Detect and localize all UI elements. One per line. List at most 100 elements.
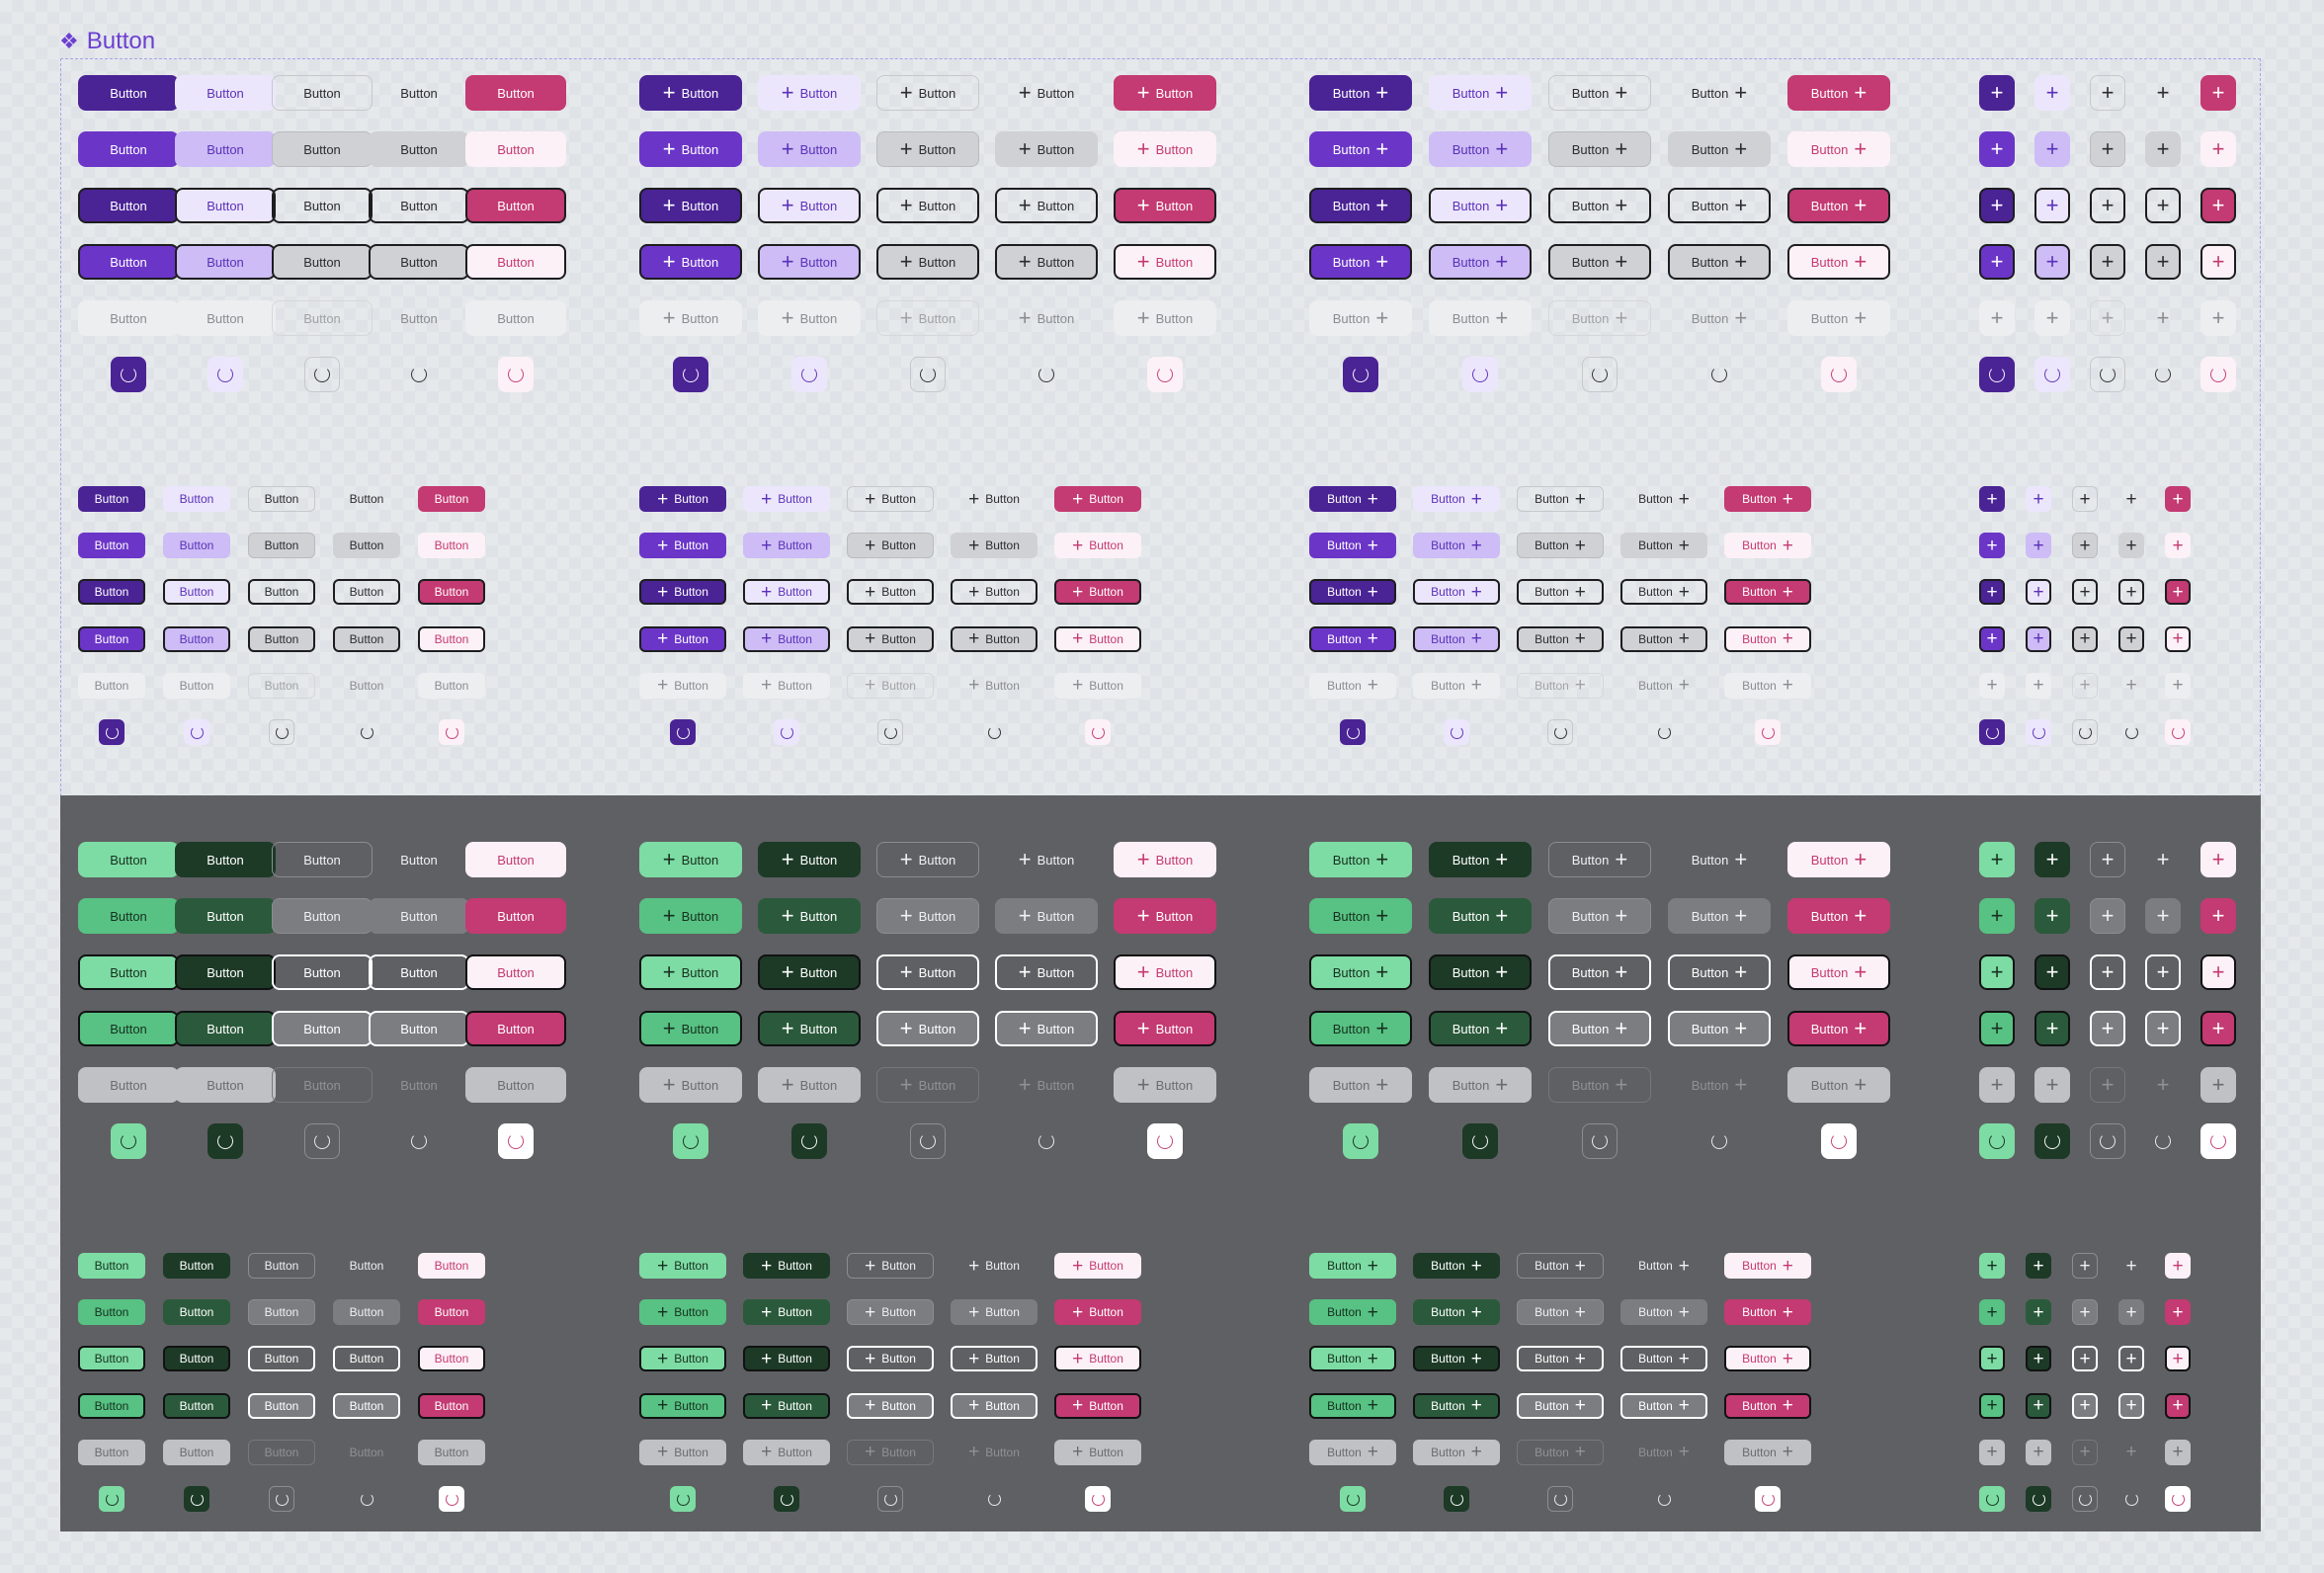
light-md-icon-left-ghost-default-button[interactable]: + Button [995,75,1098,111]
light-sm-icon-left-secondary-disabled-button[interactable]: + Button [743,672,830,699]
dark-md-text-outline-loading-button[interactable] [304,1123,340,1159]
light-sm-icon-right-outline-disabled-button[interactable]: Button + [1517,672,1604,699]
light-md-icon-left-outline-default-button[interactable]: + Button [876,75,979,111]
light-md-icon-only-secondary-pressed-button[interactable]: + [2034,244,2070,280]
light-md-icon-only-danger-disabled-button[interactable]: + [2200,300,2236,336]
dark-sm-icon-left-ghost-pressed-button[interactable]: + Button [951,1392,1038,1419]
light-md-icon-right-secondary-pressed-button[interactable]: Button + [1429,244,1532,280]
light-md-icon-right-secondary-focus-button[interactable]: Button + [1429,188,1532,223]
dark-md-text-ghost-disabled-button[interactable]: Button [369,1067,469,1103]
dark-md-text-outline-pressed-button[interactable]: Button [272,1011,373,1046]
dark-sm-icon-right-secondary-hover-button[interactable]: Button + [1413,1299,1500,1326]
light-sm-icon-only-outline-focus-button[interactable]: + [2072,579,2098,606]
light-sm-icon-left-ghost-pressed-button[interactable]: + Button [951,625,1038,652]
light-sm-icon-right-primary-focus-button[interactable]: Button + [1309,579,1396,606]
light-md-text-primary-hover-button[interactable]: Button [78,131,179,167]
dark-sm-icon-left-secondary-focus-button[interactable]: + Button [743,1346,830,1372]
light-sm-icon-right-primary-disabled-button[interactable]: Button + [1309,672,1396,699]
light-sm-text-ghost-focus-button[interactable]: Button [333,579,400,606]
light-sm-icon-left-danger-disabled-button[interactable]: + Button [1054,672,1141,699]
light-sm-text-danger-disabled-button[interactable]: Button [418,672,485,699]
light-sm-icon-left-primary-focus-button[interactable]: + Button [639,579,726,606]
dark-md-icon-right-outline-pressed-button[interactable]: Button + [1548,1011,1651,1046]
dark-sm-icon-left-outline-pressed-button[interactable]: + Button [847,1392,934,1419]
dark-md-icon-right-secondary-pressed-button[interactable]: Button + [1429,1011,1532,1046]
light-sm-icon-right-secondary-focus-button[interactable]: Button + [1413,579,1500,606]
light-sm-icon-only-secondary-disabled-button[interactable]: + [2026,672,2051,699]
dark-md-icon-only-ghost-pressed-button[interactable]: + [2145,1011,2181,1046]
dark-md-icon-right-primary-default-button[interactable]: Button + [1309,842,1412,877]
light-md-icon-only-ghost-loading-button[interactable] [2145,357,2181,392]
dark-md-icon-left-ghost-default-button[interactable]: + Button [995,842,1098,877]
light-md-icon-only-outline-focus-button[interactable]: + [2090,188,2125,223]
dark-sm-text-danger-pressed-button[interactable]: Button [418,1392,485,1419]
light-sm-text-outline-focus-button[interactable]: Button [248,579,315,606]
light-sm-icon-right-secondary-disabled-button[interactable]: Button + [1413,672,1500,699]
light-md-icon-right-primary-disabled-button[interactable]: Button + [1309,300,1412,336]
light-md-icon-right-primary-default-button[interactable]: Button + [1309,75,1412,111]
dark-sm-icon-only-primary-disabled-button[interactable]: + [1979,1439,2005,1465]
light-md-icon-only-danger-default-button[interactable]: + [2200,75,2236,111]
dark-sm-icon-only-primary-hover-button[interactable]: + [1979,1299,2005,1326]
dark-sm-icon-right-danger-loading-button[interactable] [1755,1486,1781,1512]
dark-sm-icon-only-ghost-disabled-button[interactable]: + [2118,1440,2144,1465]
dark-md-icon-right-ghost-hover-button[interactable]: Button + [1668,898,1771,934]
dark-sm-icon-only-outline-hover-button[interactable]: + [2072,1299,2098,1326]
light-sm-text-outline-default-button[interactable]: Button [248,486,315,512]
dark-md-text-ghost-pressed-button[interactable]: Button [369,1011,469,1046]
dark-md-icon-right-danger-default-button[interactable]: Button + [1787,842,1890,877]
dark-sm-icon-only-secondary-loading-button[interactable] [2026,1486,2051,1512]
light-md-icon-left-primary-loading-button[interactable] [673,357,708,392]
dark-md-icon-left-secondary-focus-button[interactable]: + Button [758,954,861,990]
dark-md-icon-only-primary-loading-button[interactable] [1979,1123,2015,1159]
dark-md-icon-left-ghost-focus-button[interactable]: + Button [995,954,1098,990]
dark-sm-text-danger-disabled-button[interactable]: Button [418,1439,485,1465]
light-sm-text-ghost-default-button[interactable]: Button [333,486,400,512]
light-md-icon-left-primary-disabled-button[interactable]: + Button [639,300,742,336]
dark-sm-icon-left-ghost-disabled-button[interactable]: + Button [951,1440,1038,1465]
dark-sm-icon-left-outline-focus-button[interactable]: + Button [847,1346,934,1372]
light-sm-icon-only-outline-hover-button[interactable]: + [2072,533,2098,559]
dark-md-text-outline-focus-button[interactable]: Button [272,954,373,990]
light-sm-icon-right-primary-hover-button[interactable]: Button + [1309,533,1396,559]
light-md-icon-right-ghost-loading-button[interactable] [1702,357,1737,392]
light-md-text-danger-default-button[interactable]: Button [465,75,566,111]
dark-sm-text-ghost-disabled-button[interactable]: Button [333,1440,400,1465]
light-md-text-ghost-pressed-button[interactable]: Button [369,244,469,280]
dark-sm-icon-right-danger-disabled-button[interactable]: Button + [1724,1439,1811,1465]
dark-sm-text-danger-hover-button[interactable]: Button [418,1299,485,1326]
light-sm-text-ghost-loading-button[interactable] [354,719,379,745]
light-md-icon-left-secondary-hover-button[interactable]: + Button [758,131,861,167]
dark-md-icon-left-secondary-hover-button[interactable]: + Button [758,898,861,934]
dark-md-text-danger-hover-button[interactable]: Button [465,898,566,934]
dark-sm-icon-left-outline-disabled-button[interactable]: + Button [847,1439,934,1465]
light-sm-text-ghost-pressed-button[interactable]: Button [333,625,400,652]
dark-md-icon-right-secondary-focus-button[interactable]: Button + [1429,954,1532,990]
light-md-icon-only-primary-hover-button[interactable]: + [1979,131,2015,167]
dark-sm-icon-only-outline-default-button[interactable]: + [2072,1253,2098,1279]
dark-sm-icon-only-primary-default-button[interactable]: + [1979,1253,2005,1279]
light-md-icon-only-secondary-disabled-button[interactable]: + [2034,300,2070,336]
dark-md-icon-left-ghost-hover-button[interactable]: + Button [995,898,1098,934]
dark-md-text-danger-default-button[interactable]: Button [465,842,566,877]
dark-sm-text-ghost-hover-button[interactable]: Button [333,1299,400,1326]
dark-md-text-ghost-focus-button[interactable]: Button [369,954,469,990]
dark-sm-text-primary-disabled-button[interactable]: Button [78,1439,145,1465]
dark-md-icon-only-outline-focus-button[interactable]: + [2090,954,2125,990]
light-md-icon-right-outline-disabled-button[interactable]: Button + [1548,300,1651,336]
dark-sm-icon-left-danger-loading-button[interactable] [1085,1486,1111,1512]
dark-md-icon-right-danger-loading-button[interactable] [1821,1123,1857,1159]
light-sm-text-outline-pressed-button[interactable]: Button [248,625,315,652]
dark-md-text-danger-focus-button[interactable]: Button [465,954,566,990]
dark-md-icon-right-primary-loading-button[interactable] [1343,1123,1378,1159]
dark-md-text-ghost-hover-button[interactable]: Button [369,898,469,934]
light-sm-text-secondary-pressed-button[interactable]: Button [163,625,230,652]
light-sm-icon-right-secondary-hover-button[interactable]: Button + [1413,533,1500,559]
dark-sm-icon-only-secondary-disabled-button[interactable]: + [2026,1439,2051,1465]
light-md-icon-right-primary-hover-button[interactable]: Button + [1309,131,1412,167]
light-sm-icon-only-primary-focus-button[interactable]: + [1979,579,2005,606]
light-md-icon-right-danger-loading-button[interactable] [1821,357,1857,392]
light-md-text-outline-disabled-button[interactable]: Button [272,300,373,336]
dark-sm-icon-only-primary-focus-button[interactable]: + [1979,1346,2005,1372]
dark-sm-icon-right-secondary-pressed-button[interactable]: Button + [1413,1392,1500,1419]
